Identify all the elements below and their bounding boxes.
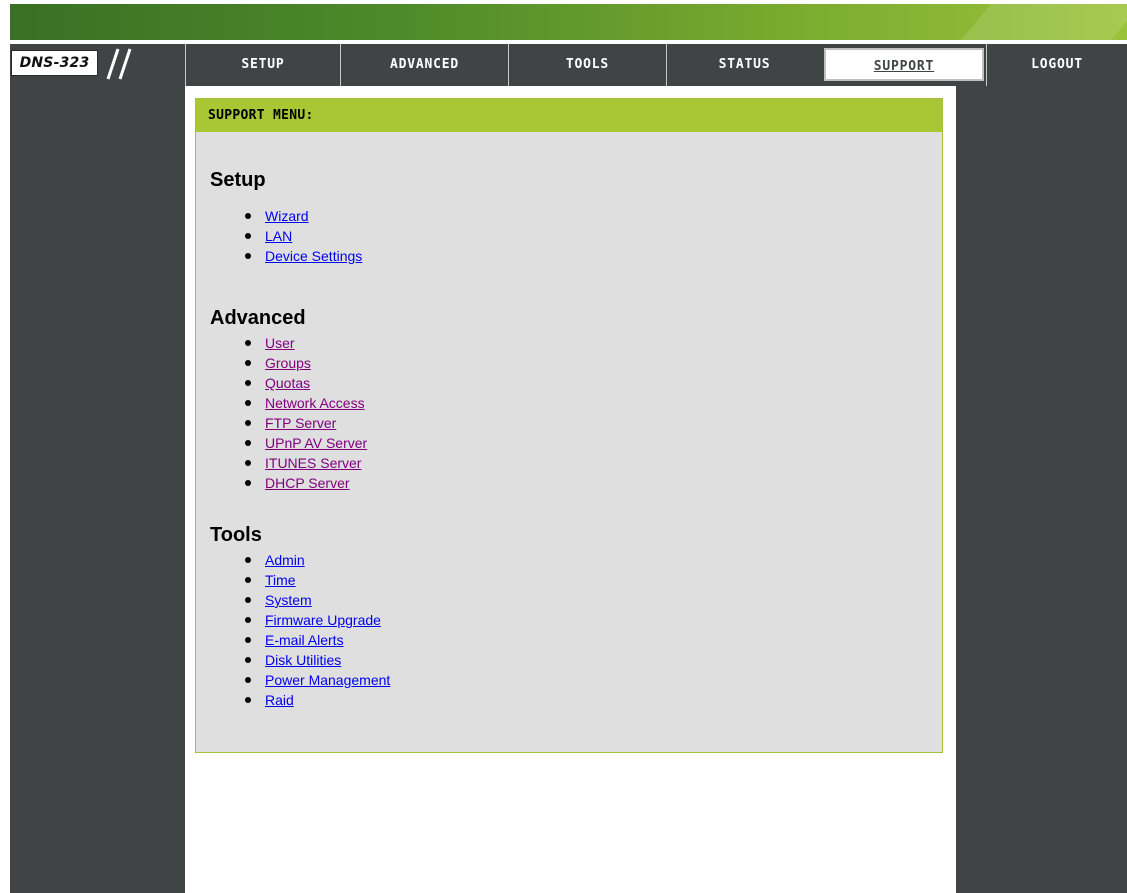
bullet-icon <box>245 657 251 663</box>
bullet-icon <box>245 233 251 239</box>
link-device-settings[interactable]: Device Settings <box>265 248 362 264</box>
list-item: Groups <box>224 353 367 373</box>
bullet-icon <box>245 697 251 703</box>
list-item: E-mail Alerts <box>224 630 390 650</box>
product-logo: DNS-323 <box>10 44 185 86</box>
link-ftp-server[interactable]: FTP Server <box>265 415 336 431</box>
link-dhcp-server[interactable]: DHCP Server <box>265 475 350 491</box>
list-item: Power Management <box>224 670 390 690</box>
list-item: UPnP AV Server <box>224 433 367 453</box>
link-power-management[interactable]: Power Management <box>265 672 390 688</box>
nav-tab-advanced[interactable]: ADVANCED <box>340 44 508 86</box>
link-user[interactable]: User <box>265 335 295 351</box>
link-email-alerts[interactable]: E-mail Alerts <box>265 632 344 648</box>
nav-tab-logout[interactable]: LOGOUT <box>986 44 1127 86</box>
tools-links: Admin Time System Firmware Upgrade E-mai… <box>224 550 390 710</box>
link-itunes-server[interactable]: ITUNES Server <box>265 455 361 471</box>
page: DNS-323 SETUP ADVANCED TOOLS STATUS SUPP… <box>0 0 1127 893</box>
list-item: Wizard <box>224 206 362 226</box>
list-item: Time <box>224 570 390 590</box>
list-item: Device Settings <box>224 246 362 266</box>
bullet-icon <box>245 577 251 583</box>
right-sidebar <box>956 86 1127 893</box>
advanced-links: User Groups Quotas Network Access FTP Se… <box>224 333 367 493</box>
bullet-icon <box>245 213 251 219</box>
list-item: User <box>224 333 367 353</box>
bullet-icon <box>245 360 251 366</box>
section-title-tools: Tools <box>210 524 262 546</box>
list-item: DHCP Server <box>224 473 367 493</box>
bullet-icon <box>245 677 251 683</box>
link-firmware-upgrade[interactable]: Firmware Upgrade <box>265 612 381 628</box>
link-groups[interactable]: Groups <box>265 355 311 371</box>
link-upnp-av-server[interactable]: UPnP AV Server <box>265 435 367 451</box>
nav-tab-support[interactable]: SUPPORT <box>824 48 984 81</box>
top-nav-bar: DNS-323 SETUP ADVANCED TOOLS STATUS SUPP… <box>10 44 1127 86</box>
link-quotas[interactable]: Quotas <box>265 375 310 391</box>
link-wizard[interactable]: Wizard <box>265 208 309 224</box>
bullet-icon <box>245 597 251 603</box>
bullet-icon <box>245 460 251 466</box>
logo-text: DNS-323 <box>11 50 98 76</box>
section-title-advanced: Advanced <box>210 307 306 329</box>
support-menu-panel: SUPPORT MENU: Setup Wizard LAN Device Se… <box>195 98 943 753</box>
banner-swoosh <box>957 4 1127 40</box>
list-item: ITUNES Server <box>224 453 367 473</box>
list-item: Admin <box>224 550 390 570</box>
link-raid[interactable]: Raid <box>265 692 294 708</box>
double-slash-icon <box>106 48 132 80</box>
list-item: Firmware Upgrade <box>224 610 390 630</box>
link-lan[interactable]: LAN <box>265 228 292 244</box>
list-item: Quotas <box>224 373 367 393</box>
bullet-icon <box>245 400 251 406</box>
nav-tab-status[interactable]: STATUS <box>666 44 822 86</box>
left-sidebar <box>10 86 185 893</box>
link-disk-utilities[interactable]: Disk Utilities <box>265 652 341 668</box>
top-banner <box>10 4 1127 40</box>
bullet-icon <box>245 440 251 446</box>
nav-tab-tools[interactable]: TOOLS <box>508 44 666 86</box>
nav-tab-setup[interactable]: SETUP <box>185 44 340 86</box>
setup-links: Wizard LAN Device Settings <box>224 206 362 266</box>
list-item: Raid <box>224 690 390 710</box>
link-time[interactable]: Time <box>265 572 296 588</box>
list-item: LAN <box>224 226 362 246</box>
bullet-icon <box>245 380 251 386</box>
bullet-icon <box>245 253 251 259</box>
bullet-icon <box>245 557 251 563</box>
list-item: FTP Server <box>224 413 367 433</box>
link-admin[interactable]: Admin <box>265 552 305 568</box>
link-system[interactable]: System <box>265 592 312 608</box>
bullet-icon <box>245 480 251 486</box>
list-item: Disk Utilities <box>224 650 390 670</box>
panel-header: SUPPORT MENU: <box>196 99 942 132</box>
link-network-access[interactable]: Network Access <box>265 395 365 411</box>
bullet-icon <box>245 420 251 426</box>
list-item: Network Access <box>224 393 367 413</box>
bullet-icon <box>245 340 251 346</box>
list-item: System <box>224 590 390 610</box>
bullet-icon <box>245 637 251 643</box>
bullet-icon <box>245 617 251 623</box>
section-title-setup: Setup <box>210 169 266 191</box>
